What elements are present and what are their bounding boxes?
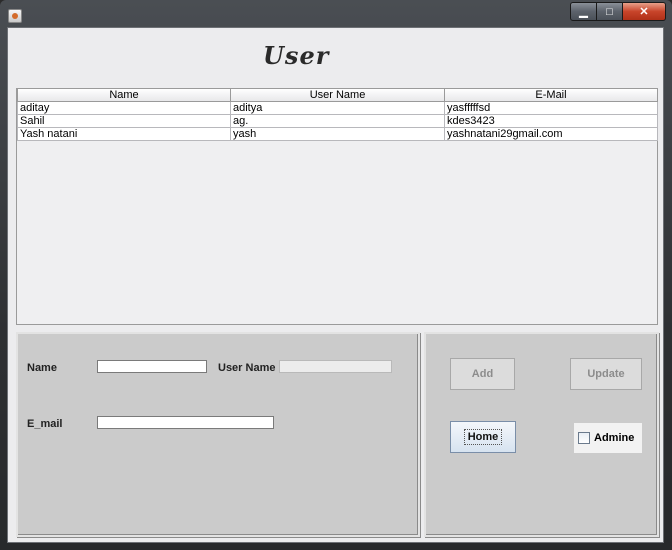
minimize-button[interactable]: ▁ [570,2,597,21]
maximize-button[interactable]: □ [597,2,623,21]
cell-name[interactable]: Yash natani [17,127,231,141]
close-button[interactable]: ✕ [623,2,666,21]
home-button[interactable]: Home [450,421,516,453]
name-field[interactable] [97,360,207,373]
cell-email[interactable]: kdes3423 [444,114,658,128]
page-title: User [263,41,330,70]
title-bar[interactable]: ▁ □ ✕ [0,0,672,26]
column-header-username[interactable]: User Name [230,89,445,102]
content-pane: User Name User Name E-Mail aditay aditya… [7,27,664,543]
table-header-row: Name User Name E-Mail [17,89,658,102]
username-label: User Name [218,362,276,374]
email-label: E_mail [27,418,63,430]
user-form-panel: Name User Name E_mail [16,332,420,537]
application-window: ▁ □ ✕ User Name User Name E-Mail aditay [0,0,672,550]
window-controls: ▁ □ ✕ [570,2,666,21]
name-label: Name [27,362,57,374]
table-row[interactable]: aditay aditya yasfffffsd [17,101,658,115]
cell-name[interactable]: aditay [17,101,231,115]
cell-email[interactable]: yashnatani29gmail.com [444,127,658,141]
java-icon [8,9,22,23]
table-row[interactable]: Sahil ag. kdes3423 [17,114,658,128]
add-button[interactable]: Add [450,358,515,390]
update-button[interactable]: Update [570,358,642,390]
column-header-name[interactable]: Name [17,89,231,102]
cell-username[interactable]: ag. [230,114,445,128]
cell-username[interactable]: aditya [230,101,445,115]
admin-checkbox-label: Admine [594,432,635,444]
cell-username[interactable]: yash [230,127,445,141]
admin-checkbox[interactable]: Admine [574,423,642,453]
actions-panel: Add Update Home Admine [424,332,659,537]
email-field[interactable] [97,416,274,429]
cell-email[interactable]: yasfffffsd [444,101,658,115]
checkbox-box[interactable] [578,432,590,444]
table-row[interactable]: Yash natani yash yashnatani29gmail.com [17,127,658,141]
username-field[interactable] [279,360,392,373]
cell-name[interactable]: Sahil [17,114,231,128]
user-table: Name User Name E-Mail aditay aditya yasf… [16,88,658,325]
home-button-label: Home [463,429,503,445]
column-header-email[interactable]: E-Mail [444,89,658,102]
